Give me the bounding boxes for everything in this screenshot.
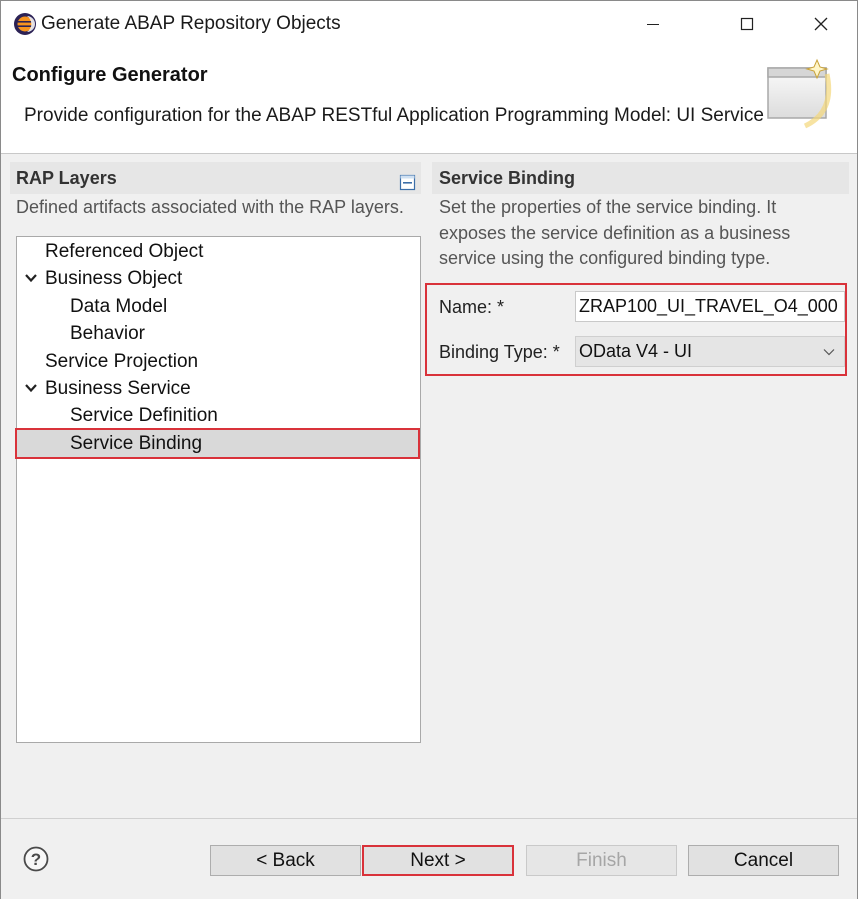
chevron-down-icon: [823, 349, 835, 356]
collapse-all-icon[interactable]: [399, 169, 416, 191]
wizard-content: RAP Layers Defined artifacts associated …: [1, 154, 857, 818]
next-button[interactable]: Next >: [362, 845, 514, 876]
tree-item-data-model[interactable]: Data Model: [17, 293, 420, 320]
tree-item-behavior[interactable]: Behavior: [17, 320, 420, 347]
tree-item-label: Service Definition: [70, 405, 218, 426]
tree-item-label: Service Binding: [70, 433, 203, 454]
wizard-footer: ? < Back Next > Finish Cancel: [1, 818, 857, 899]
title-bar: Generate ABAP Repository Objects: [1, 1, 857, 46]
binding-type-select[interactable]: OData V4 - UI: [575, 336, 845, 367]
svg-text:?: ?: [31, 850, 41, 869]
service-binding-description: Set the properties of the service bindin…: [439, 197, 791, 268]
tree-item-label: Behavior: [70, 323, 145, 344]
minimize-icon: [647, 24, 659, 25]
tree-item-label: Business Service: [45, 378, 191, 399]
name-field[interactable]: [575, 291, 845, 322]
minimize-button[interactable]: [631, 7, 675, 41]
page-title: Configure Generator: [12, 64, 208, 86]
tree-item-service-definition[interactable]: Service Definition: [17, 402, 420, 429]
back-button[interactable]: < Back: [210, 845, 361, 876]
chevron-down-icon[interactable]: [24, 381, 38, 395]
cancel-button[interactable]: Cancel: [688, 845, 839, 876]
tree-item-service-binding[interactable]: Service Binding: [15, 428, 420, 459]
tree-item-referenced-object[interactable]: Referenced Object: [17, 238, 420, 265]
close-button[interactable]: [799, 7, 843, 41]
wizard-header: Configure Generator Provide configuratio…: [1, 46, 857, 154]
tree-item-label: Service Projection: [45, 351, 199, 372]
tree-item-label: Business Object: [45, 268, 183, 289]
tree-item-label: Data Model: [70, 296, 168, 317]
rap-layers-tree[interactable]: Referenced Object Business Object Data M…: [15, 236, 421, 743]
wizard-banner-icon: [765, 52, 843, 132]
binding-type-label: Binding Type: *: [439, 342, 560, 362]
wizard-window: Generate ABAP Repository Objects Configu…: [0, 0, 858, 899]
service-binding-heading: Service Binding: [439, 168, 576, 188]
maximize-icon: [740, 17, 754, 31]
page-description: Provide configuration for the ABAP RESTf…: [24, 105, 764, 126]
window-title: Generate ABAP Repository Objects: [41, 13, 341, 34]
rap-layers-description: Defined artifacts associated with the RA…: [16, 197, 404, 217]
close-icon: [814, 17, 828, 31]
chevron-down-icon[interactable]: [24, 271, 38, 285]
tree-item-business-object[interactable]: Business Object: [17, 265, 420, 292]
finish-button[interactable]: Finish: [526, 845, 677, 876]
tree-item-service-projection[interactable]: Service Projection: [17, 348, 420, 375]
service-binding-form: Name: * Binding Type: * OData V4 - UI: [425, 283, 847, 376]
rap-layers-heading: RAP Layers: [16, 168, 117, 188]
help-icon[interactable]: ?: [23, 846, 49, 872]
tree-item-label: Referenced Object: [45, 241, 204, 262]
eclipse-icon: [13, 12, 37, 36]
rap-layers-header: RAP Layers: [10, 162, 421, 194]
service-binding-header: Service Binding: [432, 162, 849, 194]
binding-type-value: OData V4 - UI: [579, 341, 693, 361]
tree-item-business-service[interactable]: Business Service: [17, 375, 420, 402]
name-label: Name: *: [439, 297, 505, 317]
maximize-button[interactable]: [725, 7, 769, 41]
